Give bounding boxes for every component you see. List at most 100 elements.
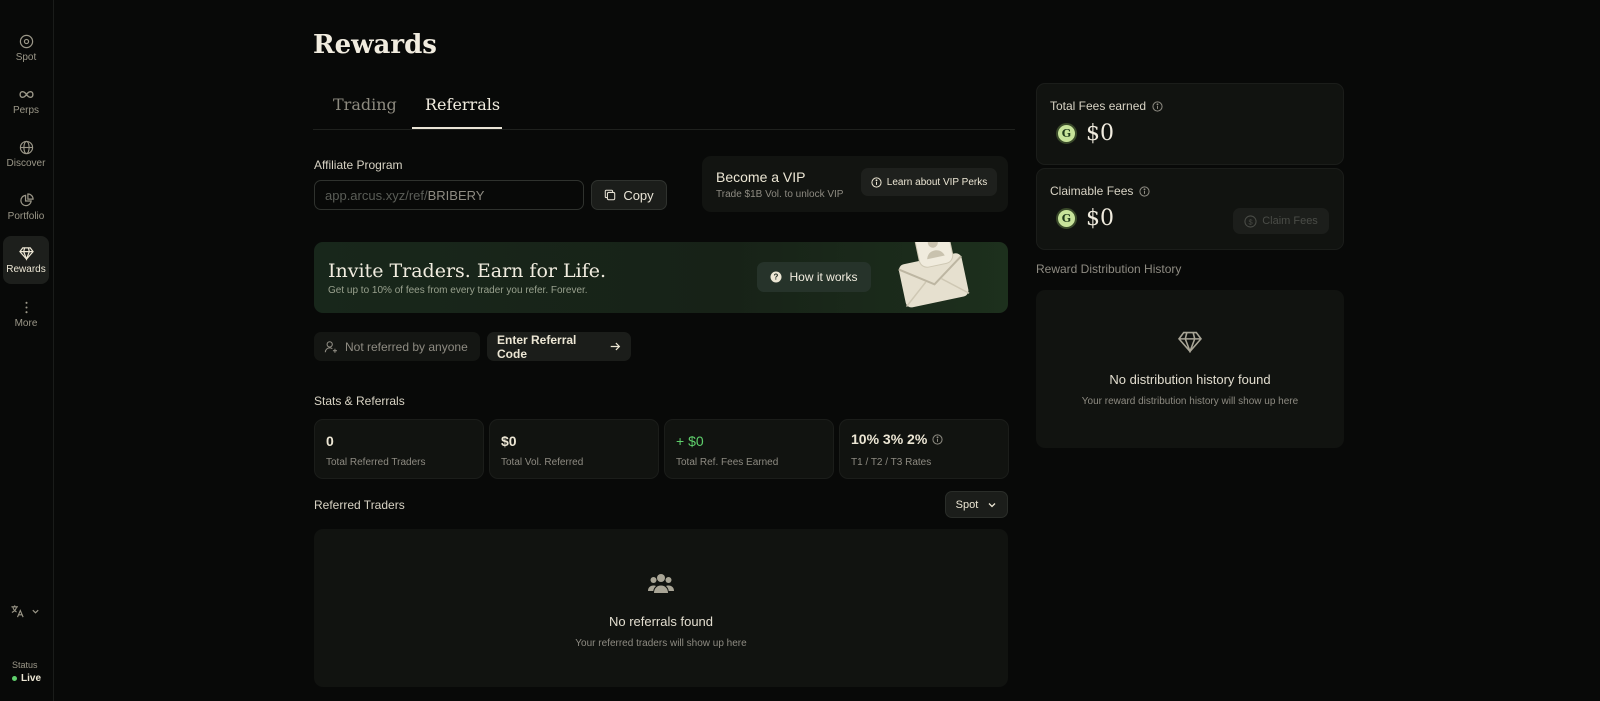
referral-link-prefix: app.arcus.xyz/ref/ xyxy=(325,187,428,203)
empty-state-title: No referrals found xyxy=(608,614,714,629)
stat-label: Total Referred Traders xyxy=(326,457,426,468)
sidebar-item-perps[interactable]: Perps xyxy=(3,78,49,124)
info-icon xyxy=(871,176,882,188)
claimable-fees-value: $0 xyxy=(1086,206,1114,231)
spot-icon xyxy=(19,34,33,48)
market-filter-value: Spot xyxy=(955,498,979,511)
status-dot-icon xyxy=(12,676,17,681)
sidebar-item-more[interactable]: More xyxy=(3,291,49,337)
distribution-history-label: Reward Distribution History xyxy=(1036,262,1182,276)
how-it-works-button[interactable]: ? How it works xyxy=(757,262,871,292)
referral-link-field[interactable]: app.arcus.xyz/ref/BRIBERY xyxy=(314,180,584,210)
globe-icon xyxy=(19,140,33,154)
referred-traders-label: Referred Traders xyxy=(314,498,405,512)
svg-text:?: ? xyxy=(774,273,779,282)
sidebar-item-spot[interactable]: Spot xyxy=(3,25,49,71)
enter-referral-code-label: Enter Referral Code xyxy=(497,332,577,361)
page-title: Rewards xyxy=(313,30,437,60)
token-coin-icon: G xyxy=(1056,208,1077,229)
svg-text:$: $ xyxy=(1249,217,1253,226)
vip-title: Become a VIP xyxy=(716,169,806,185)
dollar-coin-icon: $ xyxy=(1244,214,1257,228)
more-vertical-icon xyxy=(24,301,28,313)
stat-value: $0 xyxy=(501,433,517,449)
info-icon[interactable] xyxy=(932,433,943,445)
vip-subtitle: Trade $1B Vol. to unlock VIP xyxy=(716,189,844,200)
stat-card-volume-referred: $0 Total Vol. Referred xyxy=(489,419,659,479)
distribution-empty-state: No distribution history found Your rewar… xyxy=(1036,290,1344,448)
info-icon[interactable] xyxy=(1152,100,1163,112)
empty-state-subtitle: Your referred traders will show up here xyxy=(575,638,747,649)
sidebar-item-label: More xyxy=(14,317,38,329)
total-fees-label-row: Total Fees earned xyxy=(1050,99,1163,113)
chevron-down-icon xyxy=(988,502,996,507)
claimable-fees-amount: G $0 xyxy=(1056,206,1114,231)
banner-headline: Invite Traders. Earn for Life. xyxy=(328,260,607,282)
total-fees-amount: G $0 xyxy=(1056,121,1114,146)
status-badge: Live xyxy=(12,673,41,684)
affiliate-program-label: Affiliate Program xyxy=(314,158,403,172)
sidebar-item-label: Rewards xyxy=(6,263,46,275)
not-referred-label: Not referred by anyone xyxy=(345,339,468,354)
sidebar-item-label: Portfolio xyxy=(7,210,45,222)
how-it-works-label: How it works xyxy=(789,270,858,284)
stat-card-ref-fees-earned: + $0 Total Ref. Fees Earned xyxy=(664,419,834,479)
status-value: Live xyxy=(21,673,42,684)
stat-value: 0 xyxy=(326,433,334,449)
users-group-icon xyxy=(648,574,674,593)
copy-label: Copy xyxy=(623,187,654,203)
envelope-illustration-icon xyxy=(898,242,970,308)
claimable-fees-label-row: Claimable Fees xyxy=(1050,184,1150,198)
sidebar: Spot Perps Discover Portfolio Rewards Mo… xyxy=(0,0,54,701)
arrow-right-icon xyxy=(610,342,621,351)
stat-label: Total Ref. Fees Earned xyxy=(676,457,779,468)
sidebar-item-discover[interactable]: Discover xyxy=(3,131,49,177)
infinity-icon xyxy=(18,90,34,98)
pie-chart-icon xyxy=(19,192,34,206)
referred-traders-empty-state: No referrals found Your referred traders… xyxy=(314,529,1008,687)
sidebar-item-portfolio[interactable]: Portfolio xyxy=(3,184,49,230)
stat-label: T1 / T2 / T3 Rates xyxy=(851,457,932,468)
copy-button[interactable]: Copy xyxy=(591,180,667,210)
copy-icon xyxy=(605,189,616,201)
question-icon: ? xyxy=(770,271,782,283)
claimable-fees-label: Claimable Fees xyxy=(1050,184,1134,198)
info-icon[interactable] xyxy=(1139,185,1150,197)
total-fees-card: Total Fees earned G $0 xyxy=(1036,83,1344,165)
language-selector[interactable] xyxy=(10,604,40,619)
chevron-down-icon xyxy=(32,609,39,614)
claim-fees-label: Claim Fees xyxy=(1262,215,1318,227)
diamond-icon xyxy=(1177,331,1203,354)
status-label: Status xyxy=(12,660,38,670)
tab-referrals[interactable]: Referrals xyxy=(425,95,500,114)
learn-vip-perks-button[interactable]: Learn about VIP Perks xyxy=(861,168,997,196)
stat-value: 10% 3% 2% xyxy=(851,431,928,447)
connection-status: Status Live xyxy=(12,660,41,684)
enter-referral-code-button[interactable]: Enter Referral Code xyxy=(487,332,631,361)
banner-subtext: Get up to 10% of fees from every trader … xyxy=(328,285,588,296)
claim-fees-button[interactable]: $ Claim Fees xyxy=(1233,208,1329,234)
referral-code: BRIBERY xyxy=(427,187,485,203)
tab-trading[interactable]: Trading xyxy=(333,95,397,114)
user-plus-icon xyxy=(324,340,337,353)
stat-card-referred-traders: 0 Total Referred Traders xyxy=(314,419,484,479)
vip-card: Become a VIP Trade $1B Vol. to unlock VI… xyxy=(702,156,1008,212)
sidebar-item-label: Perps xyxy=(12,104,40,116)
token-coin-icon: G xyxy=(1056,123,1077,144)
empty-state-subtitle: Your reward distribution history will sh… xyxy=(1081,396,1299,407)
claimable-fees-card: Claimable Fees G $0 $ Claim Fees xyxy=(1036,168,1344,250)
active-tab-indicator xyxy=(412,127,502,129)
market-filter-select[interactable]: Spot xyxy=(945,491,1008,518)
sidebar-item-label: Spot xyxy=(15,51,37,63)
tab-bar: Trading Referrals xyxy=(313,88,1015,130)
translate-icon xyxy=(11,605,24,618)
learn-vip-perks-label: Learn about VIP Perks xyxy=(886,176,988,188)
total-fees-label: Total Fees earned xyxy=(1050,99,1147,113)
stat-label: Total Vol. Referred xyxy=(501,457,584,468)
stat-value-row: 10% 3% 2% xyxy=(851,431,943,447)
referral-status-chip: Not referred by anyone xyxy=(314,332,480,361)
invite-banner: Invite Traders. Earn for Life. Get up to… xyxy=(314,242,1008,313)
empty-state-title: No distribution history found xyxy=(1109,372,1271,387)
diamond-icon xyxy=(18,246,34,261)
sidebar-item-rewards[interactable]: Rewards xyxy=(3,236,49,284)
